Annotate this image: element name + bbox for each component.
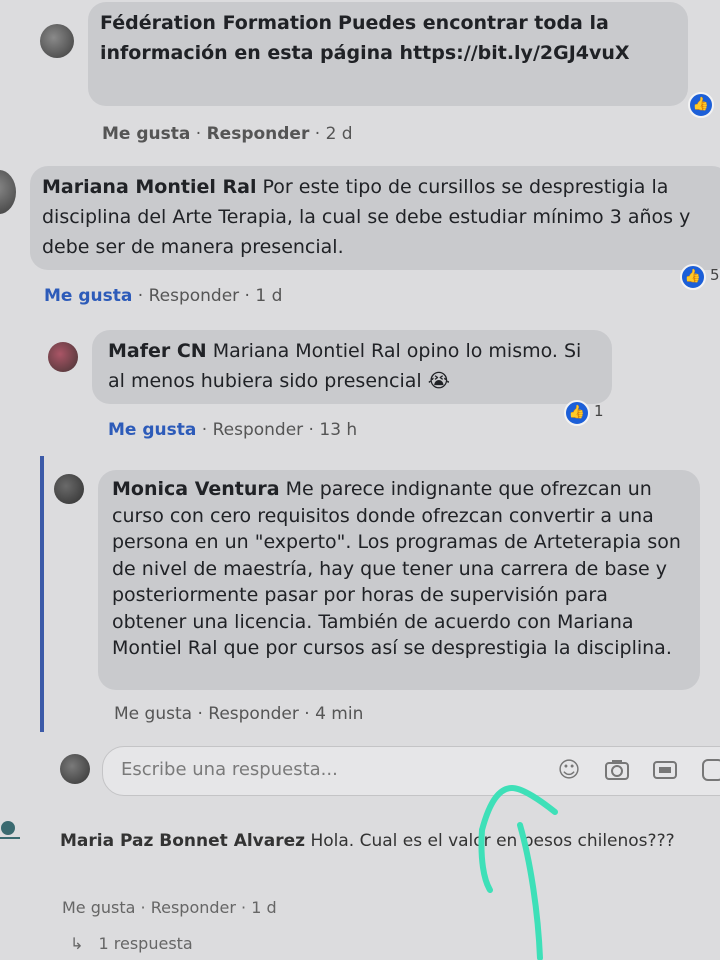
timestamp[interactable]: 2 d xyxy=(326,124,353,144)
timestamp[interactable]: 1 d xyxy=(251,898,276,917)
avatar[interactable] xyxy=(0,170,16,214)
comment-actions: Me gusta · Responder · 13 h xyxy=(108,420,358,440)
reply-arrow-icon: ↳ xyxy=(70,934,84,953)
comment-body: Maria Paz Bonnet Alvarez Hola. Cual es e… xyxy=(60,830,700,852)
gif-icon[interactable] xyxy=(651,757,679,785)
like-link[interactable]: Me gusta xyxy=(108,420,196,440)
reply-link[interactable]: Responder xyxy=(149,286,240,306)
avatar[interactable] xyxy=(0,818,20,844)
avatar[interactable] xyxy=(48,342,78,372)
avatar[interactable] xyxy=(40,24,74,58)
avatar[interactable] xyxy=(54,474,84,504)
comment-author[interactable]: Mafer CN xyxy=(108,340,207,362)
comment-author[interactable]: Fédération Formation xyxy=(100,12,332,34)
like-link[interactable]: Me gusta xyxy=(62,898,135,917)
view-replies-label: 1 respuesta xyxy=(98,934,193,953)
comment-actions: Me gusta · Responder · 4 min xyxy=(114,704,364,724)
timestamp[interactable]: 13 h xyxy=(319,420,357,440)
comment-actions: Me gusta · Responder · 1 d xyxy=(62,898,277,917)
thread-highlight-line xyxy=(40,456,44,732)
comment-text: Me parece indignante que ofrezcan un cur… xyxy=(112,478,681,659)
comment-bubble: Fédération Formation Puedes encontrar to… xyxy=(88,2,688,106)
comment-author[interactable]: Maria Paz Bonnet Alvarez xyxy=(60,831,305,851)
comment-author[interactable]: Mariana Montiel Ral xyxy=(42,176,256,198)
reply-link[interactable]: Responder xyxy=(207,124,310,144)
like-link[interactable]: Me gusta xyxy=(114,704,192,724)
avatar[interactable] xyxy=(60,754,90,784)
sticker-icon[interactable] xyxy=(699,757,720,785)
comment-actions: Me gusta · Responder · 1 d xyxy=(44,286,283,306)
reaction-count: 5 xyxy=(710,266,720,284)
thumbs-up-icon[interactable]: 👍 xyxy=(680,264,706,290)
reply-link[interactable]: Responder xyxy=(213,420,304,440)
reaction-count: 1 xyxy=(594,402,604,420)
comment-actions: Me gusta · Responder · 2 d xyxy=(102,124,353,144)
view-replies-link[interactable]: ↳ 1 respuesta xyxy=(70,934,193,953)
timestamp[interactable]: 4 min xyxy=(315,704,363,724)
reply-box: ☺ xyxy=(102,746,720,796)
thumbs-up-icon[interactable]: 👍 xyxy=(564,400,590,426)
comment-bubble: Monica Ventura Me parece indignante que … xyxy=(98,470,700,690)
annotation-arrow xyxy=(478,784,558,960)
reply-link[interactable]: Responder xyxy=(208,704,299,724)
reply-input[interactable] xyxy=(121,759,481,780)
like-link[interactable]: Me gusta xyxy=(102,124,190,144)
comment-author[interactable]: Monica Ventura xyxy=(112,478,280,500)
comment-bubble: Mariana Montiel Ral Por este tipo de cur… xyxy=(30,166,720,270)
like-link[interactable]: Me gusta xyxy=(44,286,132,306)
comment-bubble: Mafer CN Mariana Montiel Ral opino lo mi… xyxy=(92,330,612,404)
reply-link[interactable]: Responder xyxy=(151,898,236,917)
timestamp[interactable]: 1 d xyxy=(255,286,282,306)
camera-icon[interactable] xyxy=(603,757,631,785)
thumbs-up-icon[interactable]: 👍 xyxy=(688,92,714,118)
